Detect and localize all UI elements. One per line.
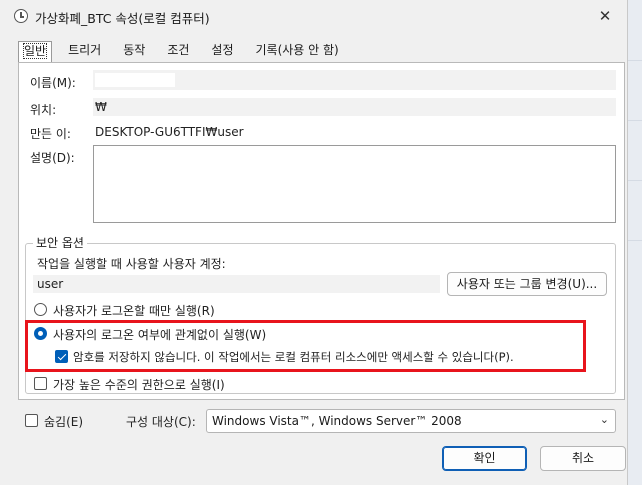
run-as-prompt: 작업을 실행할 때 사용할 사용자 계정:: [37, 257, 226, 271]
location-value: ₩: [95, 100, 107, 114]
tab-general[interactable]: 일반: [18, 41, 53, 63]
clock-icon: [14, 9, 28, 23]
author-label: 만든 이:: [30, 127, 71, 141]
tab-history[interactable]: 기록(사용 안 함): [250, 41, 345, 62]
tab-conditions[interactable]: 조건: [161, 41, 195, 62]
window-title: 가상화폐_BTC 속성(로컬 컴퓨터): [35, 11, 210, 26]
location-field: [93, 98, 616, 116]
ok-button[interactable]: 확인: [442, 446, 527, 471]
tab-settings[interactable]: 설정: [205, 41, 239, 62]
checkbox-highest-privileges[interactable]: [34, 377, 47, 390]
radio-run-when-logged-on[interactable]: [34, 303, 47, 316]
checkbox-hidden[interactable]: [25, 414, 38, 427]
close-button[interactable]: ✕: [590, 4, 620, 28]
description-label: 설명(D):: [30, 151, 75, 165]
change-user-button[interactable]: 사용자 또는 그룹 변경(U)...: [447, 272, 607, 296]
background-app-strip: [626, 0, 642, 485]
tab-triggers[interactable]: 트리거: [62, 41, 107, 62]
name-label: 이름(M):: [30, 76, 76, 90]
name-value-area: [95, 73, 175, 87]
title-bar: 가상화폐_BTC 속성(로컬 컴퓨터) ✕: [0, 0, 628, 32]
author-value: DESKTOP-GU6TTFI₩user: [95, 125, 244, 139]
location-label: 위치:: [30, 103, 57, 117]
configure-for-select[interactable]: Windows Vista™, Windows Server™ 2008 ⌄: [206, 409, 616, 433]
tab-actions[interactable]: 동작: [117, 41, 151, 62]
configure-for-label: 구성 대상(C):: [126, 415, 196, 429]
run-as-user-field: [33, 275, 440, 293]
security-options-title: 보안 옵션: [33, 234, 87, 251]
hidden-label: 숨김(E): [44, 415, 84, 429]
option-highest-privileges-label: 가장 높은 수준의 권한으로 실행(I): [53, 378, 225, 392]
highlight-annotation: [25, 320, 586, 372]
description-input[interactable]: [93, 145, 616, 223]
configure-for-value: Windows Vista™, Windows Server™ 2008: [212, 414, 462, 428]
tab-strip: 일반 트리거 동작 조건 설정 기록(사용 안 함): [18, 41, 355, 63]
task-properties-dialog: 가상화폐_BTC 속성(로컬 컴퓨터) ✕ 일반 트리거 동작 조건 설정 기록…: [0, 0, 628, 485]
chevron-down-icon: ⌄: [599, 413, 609, 426]
option-logged-on-label: 사용자가 로그온할 때만 실행(R): [53, 304, 215, 318]
cancel-button[interactable]: 취소: [540, 446, 626, 471]
run-as-user-value: user: [37, 277, 64, 291]
